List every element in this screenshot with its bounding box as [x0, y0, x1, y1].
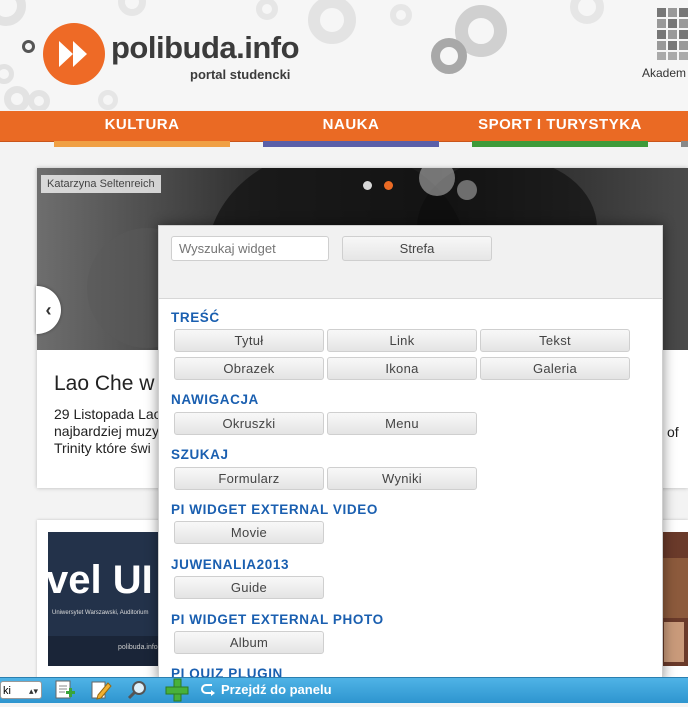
widget-button-formularz[interactable]: Formularz	[174, 467, 324, 490]
logo-subtitle: portal studencki	[190, 67, 291, 82]
slide-title[interactable]: Lao Che w	[54, 372, 154, 396]
widget-search-input[interactable]	[171, 236, 329, 261]
widget-button-okruszki[interactable]: Okruszki	[174, 412, 324, 435]
section-title-external-photo: PI WIDGET EXTERNAL PHOTO	[171, 612, 384, 627]
nav-item-sport[interactable]: SPORT I TURYSTYKA	[472, 111, 648, 141]
slide-excerpt-right: of	[667, 424, 679, 440]
decor-ring	[256, 0, 278, 20]
select-arrows-icon: ▴▾	[28, 686, 38, 696]
strefa-button[interactable]: Strefa	[342, 236, 492, 261]
slider-dot[interactable]	[363, 181, 372, 190]
decor-ring	[28, 90, 50, 110]
widget-button-movie[interactable]: Movie	[174, 521, 324, 544]
editor-toolbar: ki ▴▾ Przejdź do panelu	[0, 677, 688, 703]
slide-excerpt-line: Trinity które świ	[54, 440, 151, 456]
nav-underline-sport	[472, 141, 648, 147]
decor-ring	[98, 90, 118, 110]
nav-underline-nauka	[263, 141, 439, 147]
decor-ring	[308, 0, 356, 44]
zone-select[interactable]: ki ▴▾	[0, 681, 42, 699]
slide-excerpt-line: 29 Listopada Lao	[54, 406, 162, 422]
add-widget-plus-icon[interactable]	[165, 678, 189, 702]
section-title-external-video: PI WIDGET EXTERNAL VIDEO	[171, 502, 378, 517]
slider-dot-active[interactable]	[384, 181, 393, 190]
decor-ring	[0, 0, 26, 26]
section-title-tresc: TREŚĆ	[171, 310, 220, 325]
decor-ring	[0, 64, 14, 84]
slide-excerpt-line: najbardziej muzy	[54, 423, 160, 439]
news-card-image[interactable]	[660, 532, 688, 666]
widget-button-guide[interactable]: Guide	[174, 576, 324, 599]
card-image-text: vel UI	[48, 558, 153, 602]
return-arrow-icon[interactable]	[200, 682, 216, 698]
decor-ring	[431, 38, 467, 74]
widget-button-menu[interactable]: Menu	[327, 412, 477, 435]
card-image-band	[660, 558, 688, 618]
card-image-caption: Uniwersytet Warszawski, Auditorium	[52, 610, 149, 616]
site-header: polibuda.info portal studencki Akadem	[0, 0, 688, 110]
logo-icon[interactable]	[43, 23, 105, 85]
slide-excerpt: 29 Listopada Lao najbardziej muzy Trinit…	[54, 406, 164, 457]
nav-item-kultura[interactable]: KULTURA	[54, 111, 230, 141]
widget-button-tekst[interactable]: Tekst	[480, 329, 630, 352]
widget-picker-panel: Strefa TREŚĆ Tytuł Link Tekst Obrazek Ik…	[158, 225, 663, 682]
section-title-nawigacja: NAWIGACJA	[171, 392, 259, 407]
photo-credit: Katarzyna Seltenreich	[41, 175, 161, 193]
decor-ring	[4, 86, 30, 110]
widget-button-obrazek[interactable]: Obrazek	[174, 357, 324, 380]
logo-text[interactable]: polibuda.info	[111, 30, 300, 66]
add-page-icon[interactable]	[54, 680, 76, 700]
widget-button-wyniki[interactable]: Wyniki	[327, 467, 477, 490]
edit-pencil-icon[interactable]	[90, 680, 112, 700]
widget-button-ikona[interactable]: Ikona	[327, 357, 477, 380]
section-title-szukaj: SZUKAJ	[171, 447, 229, 462]
widget-button-link[interactable]: Link	[327, 329, 477, 352]
decor-ring	[390, 4, 412, 26]
akademiki-grid-icon[interactable]	[657, 8, 688, 60]
zone-select-value: ki	[3, 685, 11, 697]
news-card[interactable]: vel UI Uniwersytet Warszawski, Auditoriu…	[37, 520, 177, 680]
magnifier-icon[interactable]	[127, 680, 149, 700]
nav-underline-kultura	[54, 141, 230, 147]
main-nav: KULTURA NAUKA SPORT I TURYSTYKA	[0, 111, 688, 142]
widget-button-galeria[interactable]: Galeria	[480, 357, 630, 380]
widget-button-tytul[interactable]: Tytuł	[174, 329, 324, 352]
decor-ring	[22, 40, 35, 53]
akademiki-label[interactable]: Akadem	[642, 66, 686, 80]
section-title-juwenalia: JUWENALIA2013	[171, 557, 290, 572]
nav-underline-more	[681, 141, 688, 147]
card-image-brand: polibuda.info	[118, 644, 158, 651]
decor-ring	[118, 0, 146, 16]
widget-picker-header: Strefa	[159, 226, 662, 299]
nav-item-nauka[interactable]: NAUKA	[263, 111, 439, 141]
widget-button-album[interactable]: Album	[174, 631, 324, 654]
card-image-band	[664, 622, 684, 662]
decor-ring	[570, 0, 604, 24]
go-to-panel-link[interactable]: Przejdź do panelu	[221, 682, 332, 697]
